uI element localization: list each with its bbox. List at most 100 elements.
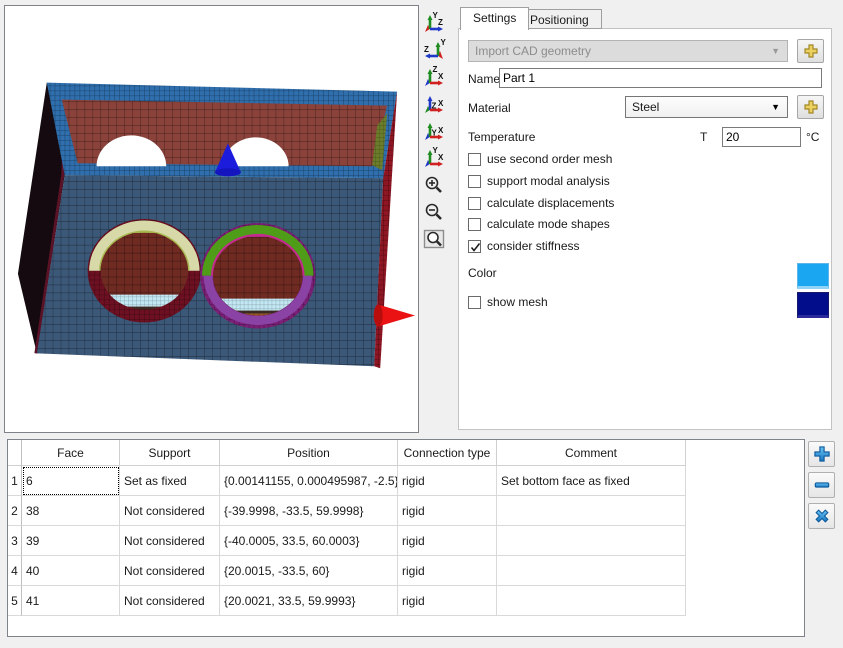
- view-zy-button[interactable]: Z Y: [421, 37, 447, 62]
- svg-text:Y: Y: [432, 128, 438, 137]
- cell-support[interactable]: Not considered: [120, 496, 220, 526]
- material-dropdown-value: Steel: [632, 100, 659, 114]
- chevron-down-icon: ▼: [771, 46, 780, 56]
- view-yz-button[interactable]: Y Z: [421, 10, 447, 35]
- column-header-connection-type[interactable]: Connection type: [398, 440, 497, 466]
- axis-zx-neg-icon: Z X: [422, 92, 446, 116]
- view-zx-neg-button[interactable]: Z X: [421, 91, 447, 116]
- checkbox-box[interactable]: [468, 296, 481, 309]
- column-header-face[interactable]: Face: [22, 440, 120, 466]
- row-number[interactable]: 5: [8, 586, 22, 616]
- checkbox-show-mesh[interactable]: show mesh: [468, 294, 548, 310]
- column-header-comment[interactable]: Comment: [497, 440, 686, 466]
- checkbox-box[interactable]: [468, 153, 481, 166]
- mesh-color-swatch[interactable]: [797, 292, 829, 318]
- temperature-symbol: T: [700, 130, 707, 144]
- checkbox-modal-analysis[interactable]: support modal analysis: [468, 173, 610, 189]
- svg-text:X: X: [438, 126, 444, 135]
- cell-comment[interactable]: [497, 526, 686, 556]
- remove-row-button[interactable]: [808, 472, 835, 498]
- cell-support[interactable]: Set as fixed: [120, 466, 220, 496]
- view-zx-button[interactable]: Z X: [421, 64, 447, 89]
- checkmark-icon: [470, 242, 481, 253]
- color-label: Color: [468, 266, 497, 280]
- row-number[interactable]: 3: [8, 526, 22, 556]
- axis-zx-icon: Z X: [422, 65, 446, 89]
- add-material-button[interactable]: [797, 95, 824, 119]
- cell-comment[interactable]: [497, 556, 686, 586]
- name-label: Name: [468, 72, 500, 86]
- clear-rows-button[interactable]: [808, 503, 835, 529]
- view-toolbar: Y Z Z Y Z X Z X: [421, 10, 452, 251]
- cell-position[interactable]: {-40.0005, 33.5, 60.0003}: [220, 526, 398, 556]
- svg-text:Z: Z: [438, 18, 443, 27]
- svg-text:X: X: [438, 153, 444, 162]
- cell-comment[interactable]: Set bottom face as fixed: [497, 466, 686, 496]
- temperature-unit: °C: [806, 130, 819, 144]
- add-geometry-button[interactable]: [797, 39, 824, 63]
- tab-settings[interactable]: Settings: [460, 7, 529, 30]
- cell-face[interactable]: 40: [22, 556, 120, 586]
- cell-comment[interactable]: [497, 586, 686, 616]
- plus-icon: [802, 43, 820, 59]
- cell-connection-type[interactable]: rigid: [398, 526, 497, 556]
- row-number[interactable]: 2: [8, 496, 22, 526]
- name-input[interactable]: [499, 68, 822, 88]
- temperature-input[interactable]: [722, 127, 801, 147]
- zoom-window-icon: [422, 227, 446, 251]
- tab-positioning[interactable]: Positioning: [517, 9, 602, 29]
- axis-yz-icon: Y Z: [422, 11, 446, 35]
- axis-yx-icon: Y X: [422, 146, 446, 170]
- plus-icon: [802, 99, 820, 115]
- checkbox-consider-stiffness[interactable]: consider stiffness: [468, 238, 580, 254]
- zoom-window-button[interactable]: [421, 226, 447, 251]
- checkbox-box[interactable]: [468, 218, 481, 231]
- checkbox-box[interactable]: [468, 175, 481, 188]
- row-number[interactable]: 4: [8, 556, 22, 586]
- cell-position[interactable]: {20.0021, 33.5, 59.9993}: [220, 586, 398, 616]
- checkbox-box[interactable]: [468, 240, 481, 253]
- axis-zy-icon: Z Y: [422, 38, 446, 62]
- chevron-down-icon: ▼: [771, 102, 780, 112]
- cell-support[interactable]: Not considered: [120, 556, 220, 586]
- svg-text:Y: Y: [441, 38, 447, 47]
- cell-connection-type[interactable]: rigid: [398, 466, 497, 496]
- view-yx-button[interactable]: Y X: [421, 145, 447, 170]
- checkbox-calc-displacements[interactable]: calculate displacements: [468, 195, 614, 211]
- checkbox-label: use second order mesh: [487, 152, 612, 166]
- cell-position[interactable]: {0.00141155, 0.000495987, -2.5}: [220, 466, 398, 496]
- cell-face[interactable]: 39: [22, 526, 120, 556]
- cell-face[interactable]: 6: [22, 466, 120, 496]
- column-header-support[interactable]: Support: [120, 440, 220, 466]
- 3d-viewport[interactable]: [4, 5, 419, 433]
- checkbox-box[interactable]: [468, 197, 481, 210]
- cell-connection-type[interactable]: rigid: [398, 496, 497, 526]
- cell-comment[interactable]: [497, 496, 686, 526]
- temperature-label: Temperature: [468, 130, 535, 144]
- table-actions: [808, 441, 835, 529]
- add-row-button[interactable]: [808, 441, 835, 467]
- zoom-out-button[interactable]: [421, 199, 447, 224]
- view-yx-neg-button[interactable]: Y X: [421, 118, 447, 143]
- import-cad-dropdown[interactable]: Import CAD geometry ▼: [468, 40, 788, 62]
- zoom-in-button[interactable]: [421, 172, 447, 197]
- cell-support[interactable]: Not considered: [120, 526, 220, 556]
- cell-face[interactable]: 38: [22, 496, 120, 526]
- x-icon: [812, 506, 832, 526]
- plus-icon: [812, 444, 832, 464]
- cell-position[interactable]: {20.0015, -33.5, 60}: [220, 556, 398, 586]
- svg-text:X: X: [438, 72, 444, 81]
- material-dropdown[interactable]: Steel ▼: [625, 96, 788, 118]
- cell-position[interactable]: {-39.9998, -33.5, 59.9998}: [220, 496, 398, 526]
- cell-support[interactable]: Not considered: [120, 586, 220, 616]
- row-number[interactable]: 1: [8, 466, 22, 496]
- cell-face[interactable]: 41: [22, 586, 120, 616]
- cell-connection-type[interactable]: rigid: [398, 556, 497, 586]
- checkbox-second-order-mesh[interactable]: use second order mesh: [468, 151, 612, 167]
- checkbox-calc-mode-shapes[interactable]: calculate mode shapes: [468, 216, 610, 232]
- cell-connection-type[interactable]: rigid: [398, 586, 497, 616]
- checkbox-label: consider stiffness: [487, 239, 580, 253]
- meshed-part-model: [5, 6, 418, 432]
- part-color-swatch[interactable]: [797, 263, 829, 289]
- column-header-position[interactable]: Position: [220, 440, 398, 466]
